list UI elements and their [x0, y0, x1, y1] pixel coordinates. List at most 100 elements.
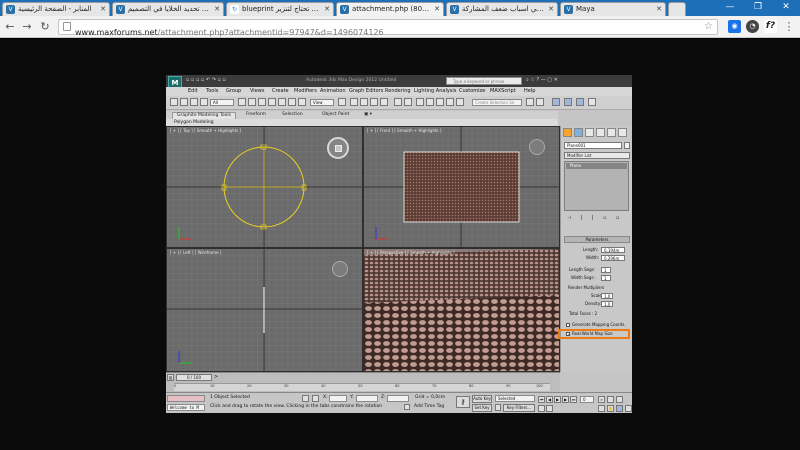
extension-icon[interactable]: f?	[764, 20, 777, 33]
length-segs-spinner[interactable]: 1	[601, 267, 611, 273]
close-tab-icon[interactable]: ✕	[100, 3, 106, 15]
spinner-snap-icon[interactable]	[380, 98, 388, 106]
time-slider-next-icon[interactable]: >	[214, 374, 218, 380]
menu-modifiers[interactable]: Modifiers	[294, 88, 317, 95]
viewcube-icon[interactable]	[529, 139, 545, 155]
modify-tab-icon[interactable]	[574, 128, 583, 137]
scale-icon[interactable]	[298, 98, 306, 106]
auto-key-button[interactable]: Auto Key	[472, 395, 492, 403]
rendered-frame-icon[interactable]	[564, 98, 572, 106]
zoom-extents-icon[interactable]	[616, 396, 623, 403]
viewport-left[interactable]: [ + ] [ Left ] [ Wireframe ]	[167, 249, 362, 371]
lock-selection-icon[interactable]	[302, 395, 309, 402]
current-frame-field[interactable]: 0	[580, 396, 594, 403]
ribbon-toggle-icon[interactable]	[446, 98, 454, 106]
width-spinner[interactable]: 0,296m	[601, 255, 625, 261]
pivot-icon[interactable]	[338, 98, 346, 106]
window-crossing-icon[interactable]	[268, 98, 276, 106]
material-editor-icon[interactable]	[536, 98, 544, 106]
time-tag-icon[interactable]	[404, 404, 410, 410]
stack-controls[interactable]: ⊣ ǀ ǀ ▫ ▫	[564, 214, 630, 222]
schematic-view-icon[interactable]	[526, 98, 534, 106]
browser-tab[interactable]: V ما هي اسباب ضعف المشاركة ✕	[446, 2, 558, 16]
viewport-label[interactable]: [ + ] [ Top ] [ Smooth + Highlights ]	[170, 128, 241, 133]
select-icon[interactable]	[238, 98, 246, 106]
zoom-all-icon[interactable]	[607, 396, 614, 403]
viewport-label[interactable]: [ + ] [ Left ] [ Wireframe ]	[170, 250, 221, 255]
object-color-swatch[interactable]	[624, 142, 630, 149]
close-tab-icon[interactable]: ✕	[214, 3, 220, 15]
selection-filter-dropdown[interactable]: All	[210, 99, 234, 106]
maximize-icon[interactable]: ❐	[744, 0, 772, 14]
menu-tools[interactable]: Tools	[206, 88, 218, 95]
minimize-icon[interactable]: —	[716, 0, 744, 14]
teapot-render-icon[interactable]	[588, 98, 596, 106]
menu-lighting-analysis[interactable]: Lighting Analysis	[414, 88, 456, 95]
menu-graph-editors[interactable]: Graph Editors	[349, 88, 383, 95]
menu-maxscript[interactable]: MAXScript	[490, 88, 516, 95]
browser-tab[interactable]: ↻ blueprint سؤال تحتاج لتنزير - ✕	[226, 2, 334, 16]
next-frame-icon[interactable]: ▶	[562, 396, 569, 403]
maximize-viewport-icon[interactable]	[625, 405, 632, 412]
x-coordinate-field[interactable]	[329, 395, 347, 402]
edit-named-sets-icon[interactable]	[404, 98, 412, 106]
extension-icon[interactable]: ◉	[728, 20, 741, 33]
scale-spinner[interactable]: 1,0	[601, 293, 613, 299]
key-filters-button[interactable]: Key Filters...	[503, 404, 535, 412]
menu-animation[interactable]: Animation	[320, 88, 346, 95]
menu-create[interactable]: Create	[272, 88, 289, 95]
go-to-start-icon[interactable]: ⏮	[538, 396, 545, 403]
create-tab-icon[interactable]	[563, 128, 572, 137]
ribbon-options-icon[interactable]: ▣ ▾	[362, 112, 374, 119]
display-tab-icon[interactable]	[607, 128, 616, 137]
close-tab-icon[interactable]: ✕	[324, 3, 330, 15]
select-by-name-icon[interactable]	[248, 98, 256, 106]
parameters-rollout[interactable]: Parameters	[564, 236, 630, 243]
percent-snap-icon[interactable]	[370, 98, 378, 106]
menu-help[interactable]: Help	[524, 88, 535, 95]
transform-mode-icon[interactable]	[312, 395, 319, 402]
undo-icon[interactable]	[170, 98, 178, 106]
render-setup-icon[interactable]	[552, 98, 560, 106]
viewport-label[interactable]: [ + ] [ Front ] [ Smooth + Highlights ]	[367, 128, 441, 133]
layer-icon[interactable]	[436, 98, 444, 106]
viewcube-icon[interactable]	[327, 137, 349, 159]
browser-tab-active[interactable]: V attachment.php (800×450) ✕	[336, 2, 444, 17]
previous-frame-icon[interactable]: ◀	[546, 396, 553, 403]
density-spinner[interactable]: 1,0	[601, 301, 613, 307]
unlink-icon[interactable]	[190, 98, 198, 106]
close-tab-icon[interactable]: ✕	[548, 3, 554, 15]
url-bar[interactable]: www.maxforums.net/attachment.php?attachm…	[58, 19, 718, 37]
named-sets-icon[interactable]	[394, 98, 402, 106]
rotate-icon[interactable]	[288, 98, 296, 106]
key-icon[interactable]: ⚷	[456, 396, 470, 408]
time-config-icon[interactable]	[546, 405, 553, 412]
bookmark-star-icon[interactable]: ☆	[704, 20, 713, 34]
go-to-end-icon[interactable]: ⏭	[570, 396, 577, 403]
region-select-icon[interactable]	[258, 98, 266, 106]
tab-freeform[interactable]: Freeform	[242, 112, 270, 119]
field-of-view-icon[interactable]	[598, 405, 605, 412]
maxscript-listener[interactable]	[167, 395, 205, 402]
generate-mapping-checkbox[interactable]	[566, 323, 570, 327]
key-filter-icon[interactable]	[495, 404, 501, 411]
page-info-icon[interactable]	[63, 22, 71, 31]
close-tab-icon[interactable]: ✕	[656, 3, 662, 15]
ribbon-panel-label[interactable]: Polygon Modeling	[166, 119, 558, 126]
move-icon[interactable]	[278, 98, 286, 106]
forward-icon[interactable]: →	[20, 20, 34, 34]
align-icon[interactable]	[426, 98, 434, 106]
snap-icon[interactable]	[350, 98, 358, 106]
angle-snap-icon[interactable]	[360, 98, 368, 106]
tab-selection[interactable]: Selection	[278, 112, 307, 119]
viewport-top[interactable]: [ + ] [ Top ] [ Smooth + Highlights ]	[167, 127, 362, 247]
mini-curve-icon[interactable]: ▥	[167, 374, 174, 381]
info-center-icons[interactable]: ⌕ ☆ ? — ▢ ✕	[526, 77, 558, 83]
pan-icon[interactable]: ✋	[607, 405, 614, 412]
menu-group[interactable]: Group	[226, 88, 241, 95]
key-mode-icon[interactable]	[538, 405, 545, 412]
orbit-icon[interactable]	[616, 405, 623, 412]
mirror-icon[interactable]	[416, 98, 424, 106]
reference-coord-dropdown[interactable]: View	[310, 99, 334, 106]
stack-item[interactable]: Plane	[566, 163, 627, 169]
